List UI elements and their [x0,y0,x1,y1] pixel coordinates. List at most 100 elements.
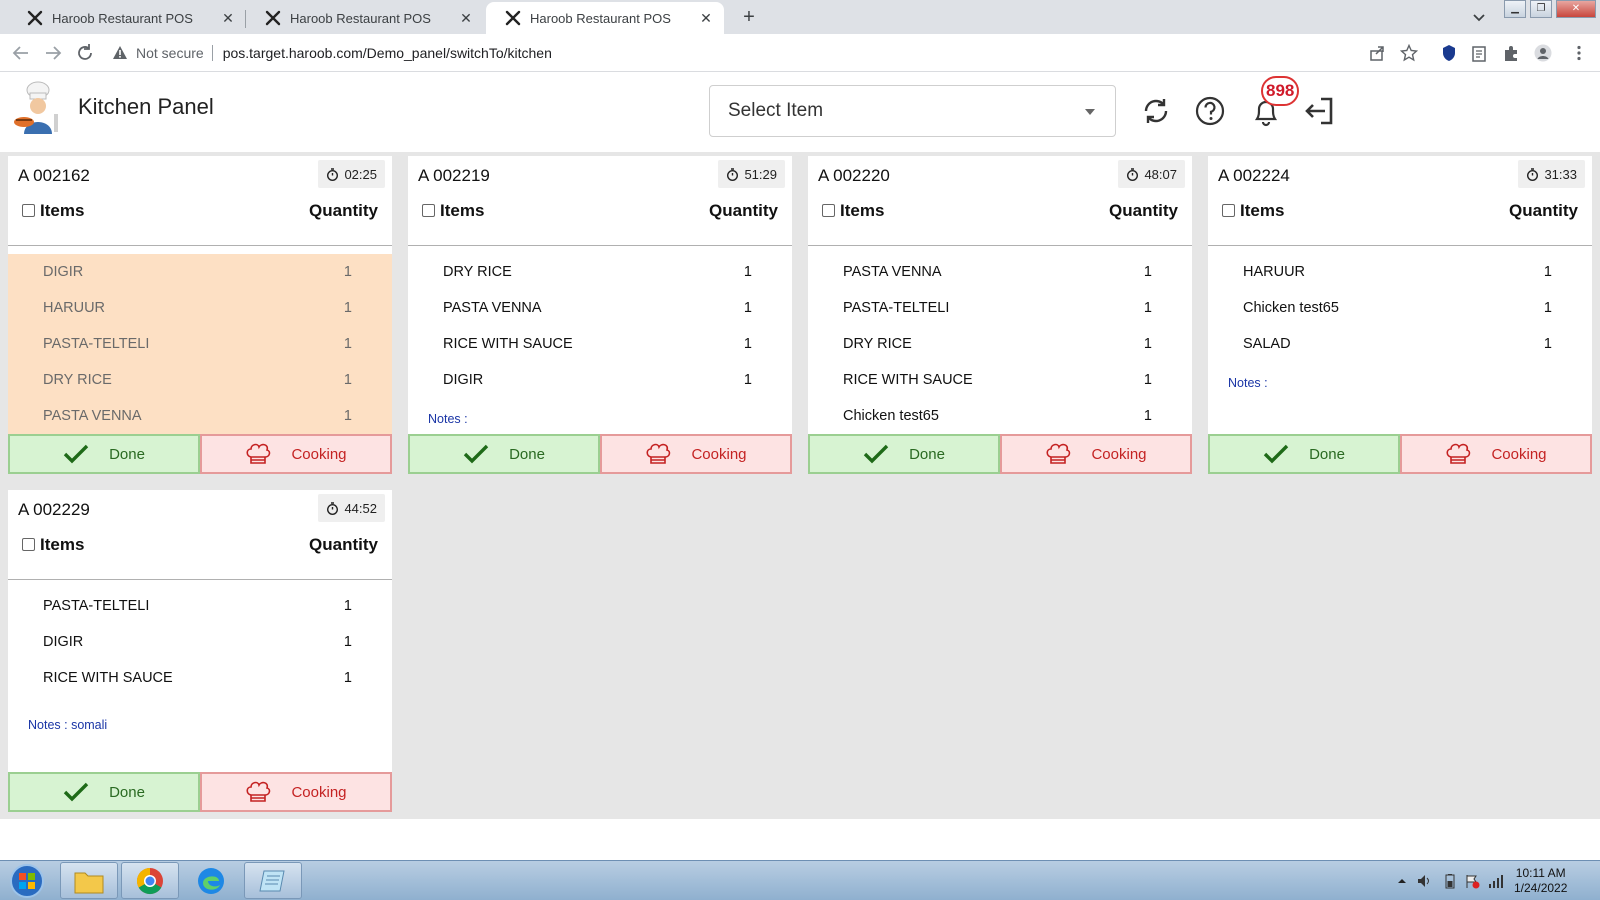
omnibox-divider [211,45,213,61]
battery-icon[interactable] [1442,873,1458,889]
order-item-row[interactable]: RICE WITH SAUCE 1 [808,362,1192,398]
extensions-puzzle-icon[interactable] [1502,44,1520,62]
reload-icon[interactable] [74,42,96,64]
taskbar-chrome[interactable] [121,862,179,899]
order-card-header: A 002229 44:52 Items Quantity [8,490,392,580]
item-name: HARUUR [43,300,106,316]
taskbar-edge[interactable] [182,862,240,899]
logout-icon[interactable] [1301,94,1335,128]
order-card-header: A 002220 48:07 Items Quantity [808,156,1192,246]
browser-tab-3-active[interactable]: Haroob Restaurant POS ✕ [486,2,724,34]
select-all-items-checkbox[interactable] [22,204,35,217]
new-tab-button[interactable]: + [738,6,760,28]
refresh-icon[interactable] [1139,94,1173,128]
taskbar-notepad[interactable] [244,862,302,899]
order-item-row[interactable]: DRY RICE 1 [8,362,392,398]
browser-tab-2[interactable]: Haroob Restaurant POS ✕ [246,2,484,34]
item-name: DIGIR [43,264,84,280]
order-card-a002219: A 002219 51:29 Items Quantity DRY RICE 1 … [408,156,792,474]
order-item-row[interactable]: DIGIR 1 [8,624,392,660]
chef-hat-icon [246,781,271,802]
order-card-header: A 002224 31:33 Items Quantity [1208,156,1592,246]
taskbar-file-explorer[interactable] [60,862,118,899]
order-column-headers: Items Quantity [1208,200,1592,224]
taskbar-clock[interactable]: 10:11 AM 1/24/2022 [1514,866,1567,896]
item-name: SALAD [1243,336,1291,352]
done-button[interactable]: Done [1208,434,1400,474]
page-bottom-area [0,819,1600,860]
order-card-a002220: A 002220 48:07 Items Quantity PASTA VENN… [808,156,1192,474]
help-icon[interactable] [1193,94,1227,128]
bookmark-star-icon[interactable] [1400,44,1418,62]
forward-arrow-icon[interactable] [42,42,64,64]
tab-close-icon[interactable]: ✕ [458,10,474,26]
url-text[interactable]: pos.target.haroob.com/Demo_panel/switchT… [223,45,552,61]
order-item-row[interactable]: HARUUR 1 [1208,254,1592,290]
order-item-row[interactable]: RICE WITH SAUCE 1 [408,326,792,362]
order-item-row[interactable]: RICE WITH SAUCE 1 [8,660,392,696]
order-item-row[interactable]: PASTA-TELTELI 1 [8,326,392,362]
order-item-row[interactable]: PASTA-TELTELI 1 [8,588,392,624]
order-item-row[interactable]: PASTA VENNA 1 [8,398,392,434]
quantity-column-header: Quantity [1509,201,1578,220]
item-quantity: 1 [343,264,352,280]
select-all-items-checkbox[interactable] [1222,204,1235,217]
tab-close-icon[interactable]: ✕ [698,10,714,26]
order-item-row[interactable]: DRY RICE 1 [408,254,792,290]
order-item-list: PASTA-TELTELI 1 DIGIR 1 RICE WITH SAUCE 1 [8,588,392,696]
tab-title: Haroob Restaurant POS [52,10,193,26]
haroob-favicon-icon [505,10,521,26]
select-all-items-checkbox[interactable] [22,538,35,551]
omnibox[interactable]: Not secure pos.target.haroob.com/Demo_pa… [112,39,1372,67]
order-column-headers: Items Quantity [408,200,792,224]
order-item-row[interactable]: HARUUR 1 [8,290,392,326]
minimize-window-button[interactable]: ▁ [1504,0,1526,18]
network-signal-icon[interactable] [1488,873,1504,889]
order-column-headers: Items Quantity [808,200,1192,224]
done-button[interactable]: Done [8,772,200,812]
done-button[interactable]: Done [408,434,600,474]
order-item-row[interactable]: SALAD 1 [1208,326,1592,362]
cooking-button[interactable]: Cooking [200,772,392,812]
select-item-dropdown[interactable]: Select Item [709,85,1116,137]
order-timer: 48:07 [1118,160,1185,188]
back-arrow-icon[interactable] [10,42,32,64]
order-item-row[interactable]: PASTA VENNA 1 [408,290,792,326]
done-button[interactable]: Done [8,434,200,474]
cooking-button[interactable]: Cooking [600,434,792,474]
cooking-button[interactable]: Cooking [200,434,392,474]
item-quantity: 1 [1143,300,1152,316]
action-center-flag-icon[interactable] [1464,873,1480,889]
tab-close-icon[interactable]: ✕ [220,10,236,26]
order-item-row[interactable]: DIGIR 1 [8,254,392,290]
done-button[interactable]: Done [808,434,1000,474]
windows-start-icon[interactable] [4,863,50,899]
tray-expand-icon[interactable] [1394,873,1410,889]
share-icon[interactable] [1368,44,1386,62]
clipboard-extension-icon[interactable] [1470,44,1488,62]
cooking-button[interactable]: Cooking [1000,434,1192,474]
notification-count-badge[interactable]: 898 [1261,76,1300,106]
tab-search-chevron-icon[interactable] [1470,8,1488,26]
profile-avatar-icon[interactable] [1534,44,1552,62]
select-all-items-checkbox[interactable] [822,204,835,217]
order-item-row[interactable]: PASTA VENNA 1 [808,254,1192,290]
order-item-row[interactable]: DRY RICE 1 [808,326,1192,362]
order-item-row[interactable]: Chicken test65 1 [808,398,1192,434]
browser-menu-icon[interactable] [1570,44,1588,62]
order-item-row[interactable]: Chicken test65 1 [1208,290,1592,326]
warning-triangle-icon[interactable] [112,45,128,61]
stopwatch-icon [327,501,339,515]
browser-tab-1[interactable]: Haroob Restaurant POS ✕ [8,2,246,34]
order-item-row[interactable]: PASTA-TELTELI 1 [808,290,1192,326]
kitchen-panel-header: Kitchen Panel Select Item 898 [0,72,1600,152]
volume-icon[interactable] [1416,873,1432,889]
close-window-button[interactable]: ✕ [1556,0,1596,18]
select-all-items-checkbox[interactable] [422,204,435,217]
restore-window-button[interactable]: ❐ [1530,0,1552,18]
cooking-button[interactable]: Cooking [1400,434,1592,474]
order-column-headers: Items Quantity [8,200,392,224]
order-item-row[interactable]: DIGIR 1 [408,362,792,398]
password-manager-extension-icon[interactable] [1440,44,1458,62]
cooking-button-label: Cooking [291,445,347,463]
